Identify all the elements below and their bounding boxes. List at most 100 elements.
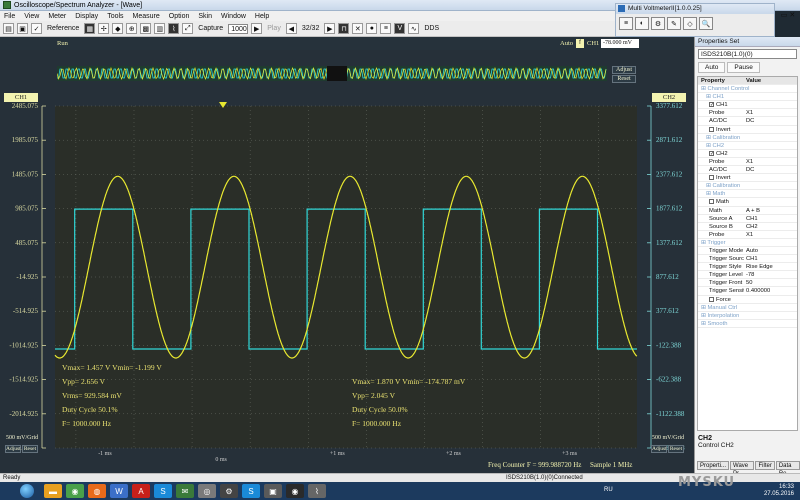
menu-skin[interactable]: Skin <box>198 13 212 20</box>
property-row[interactable]: ⊞ Calibration <box>698 182 797 191</box>
property-value[interactable]: 0.400000 <box>744 287 797 294</box>
start-button[interactable] <box>20 484 34 498</box>
property-value[interactable]: A + B <box>744 207 797 214</box>
property-value[interactable]: Auto <box>744 247 797 254</box>
property-row[interactable]: Trigger Mode Auto <box>698 247 797 256</box>
property-row[interactable]: Trigger Style Rise Edge <box>698 263 797 272</box>
tab-wave-properties[interactable]: Wave Pr... <box>730 461 755 477</box>
menu-meter[interactable]: Meter <box>48 13 66 20</box>
property-value[interactable]: Rise Edge <box>744 263 797 270</box>
mv-settings-icon[interactable]: ⚙ <box>651 17 665 30</box>
tray-clock[interactable]: 16:33 27.05.2016 <box>764 484 794 498</box>
word-icon[interactable]: W <box>110 484 128 498</box>
rec-icon[interactable]: ● <box>366 23 378 34</box>
mv-display-icon[interactable]: ◐ <box>635 17 649 30</box>
fft-icon[interactable]: ⌇ <box>168 23 180 34</box>
chart-icon[interactable]: ▥ <box>154 23 166 34</box>
property-row[interactable]: Source B CH2 <box>698 223 797 231</box>
menu-display[interactable]: Display <box>75 13 98 20</box>
firefox-icon[interactable]: ◍ <box>88 484 106 498</box>
property-row[interactable]: ⊞ Calibration <box>698 134 797 142</box>
property-value[interactable] <box>795 182 797 189</box>
property-value[interactable]: CH2 <box>744 223 797 230</box>
expand-icon[interactable]: ⤢ <box>182 23 194 34</box>
grid-icon[interactable]: ▦ <box>84 23 96 34</box>
property-row[interactable]: ✓ CH1 <box>698 101 797 110</box>
play-button[interactable]: Play <box>267 25 281 32</box>
property-row[interactable]: ⊞ Trigger <box>698 239 797 247</box>
property-row[interactable]: ⊞ Math <box>698 190 797 199</box>
property-row[interactable]: ⊞ Smooth <box>698 320 797 328</box>
mv-shape-icon[interactable]: ◇ <box>683 17 697 30</box>
property-row[interactable]: ⊞ Interpolation <box>698 312 797 320</box>
property-value[interactable]: X1 <box>744 109 797 116</box>
explorer-icon[interactable]: ▬ <box>44 484 62 498</box>
play-icon[interactable]: ▶ <box>251 23 263 34</box>
property-value[interactable]: -78 <box>744 271 797 278</box>
menu-measure[interactable]: Measure <box>133 13 160 20</box>
menu-window[interactable]: Window <box>221 13 246 20</box>
mv-zoom-icon[interactable]: 🔍 <box>699 17 713 30</box>
property-value[interactable]: 50 <box>744 279 797 286</box>
next-frame-icon[interactable]: ▶ <box>324 23 336 34</box>
property-value[interactable] <box>795 312 797 319</box>
property-value[interactable]: X1 <box>744 231 797 238</box>
dds-button[interactable]: DDS <box>424 25 439 32</box>
app-icon-7[interactable]: ◎ <box>198 484 216 498</box>
property-row[interactable]: Trigger Level -78 <box>698 271 797 280</box>
property-value[interactable]: DC <box>744 166 797 173</box>
property-row[interactable]: ⊞ Channel Control <box>698 85 797 94</box>
ch1-scale[interactable]: 500 mV/Grid <box>6 435 38 441</box>
property-value[interactable]: DC <box>744 117 797 124</box>
property-row[interactable]: ⊞ CH1 <box>698 93 797 102</box>
property-value[interactable]: CH1 <box>744 215 797 222</box>
voltmeter-button[interactable]: V <box>394 23 406 34</box>
property-value[interactable]: CH1 <box>744 255 797 262</box>
reference-icon[interactable]: ✓ <box>31 23 42 34</box>
open-icon[interactable]: ▤ <box>3 23 14 34</box>
property-row[interactable]: AC/DC DC <box>698 166 797 175</box>
property-value[interactable] <box>795 239 797 246</box>
property-row[interactable]: AC/DC DC <box>698 117 797 126</box>
property-value[interactable] <box>744 150 797 157</box>
property-value[interactable]: X1 <box>744 158 797 165</box>
property-row[interactable]: ⊞ Manual Ctrl <box>698 304 797 312</box>
property-row[interactable]: Trigger Sensiti. 0.400000 <box>698 287 797 296</box>
checkbox-checked-icon[interactable]: ✓ <box>709 150 714 156</box>
save-icon[interactable]: ▣ <box>17 23 28 34</box>
property-value[interactable] <box>795 134 797 141</box>
menu-option[interactable]: Option <box>169 13 190 20</box>
property-value[interactable] <box>795 304 797 311</box>
property-value[interactable] <box>744 296 797 303</box>
props-tab-auto[interactable]: Auto <box>698 62 726 73</box>
messenger-icon[interactable]: ✉ <box>176 484 194 498</box>
zoom-icon[interactable]: ⊕ <box>126 23 138 34</box>
tab-properties[interactable]: Properti... <box>697 461 730 470</box>
property-row[interactable]: Invert <box>698 174 797 183</box>
mv-edit-icon[interactable]: ✎ <box>667 17 681 30</box>
skype-icon[interactable]: S <box>154 484 172 498</box>
color-icon[interactable]: ◆ <box>112 23 124 34</box>
property-row[interactable]: ✓ CH2 <box>698 150 797 158</box>
menu-tools[interactable]: Tools <box>107 13 123 20</box>
menu-help[interactable]: Help <box>255 13 269 20</box>
property-value[interactable] <box>795 320 797 327</box>
tab-filter[interactable]: Filter <box>755 461 775 470</box>
steam-icon[interactable]: ⚙ <box>220 484 238 498</box>
checkbox-icon[interactable] <box>709 175 714 181</box>
menu-file[interactable]: File <box>4 13 15 20</box>
scope-plot[interactable]: 2485.075 1985.075 1485.075 985.075 485.075 -1… <box>0 37 694 473</box>
ch2-scale[interactable]: 500 mV/Grid <box>652 435 684 441</box>
property-row[interactable]: ⊞ CH2 <box>698 142 797 150</box>
app-icon-10[interactable]: ▣ <box>264 484 282 498</box>
property-row[interactable]: Invert <box>698 126 797 134</box>
oscilloscope-task-icon[interactable]: ⌇ <box>308 484 326 498</box>
ch2-label[interactable]: CH2 <box>652 93 686 102</box>
property-row[interactable]: Trigger Source CH1 <box>698 255 797 264</box>
reference-button[interactable]: Reference <box>47 25 79 32</box>
property-value[interactable] <box>795 142 797 149</box>
checkbox-checked-icon[interactable]: ✓ <box>709 102 714 108</box>
property-row[interactable]: Force <box>698 296 797 304</box>
property-value[interactable] <box>744 126 797 133</box>
capture-input[interactable]: 1000 <box>228 23 249 34</box>
